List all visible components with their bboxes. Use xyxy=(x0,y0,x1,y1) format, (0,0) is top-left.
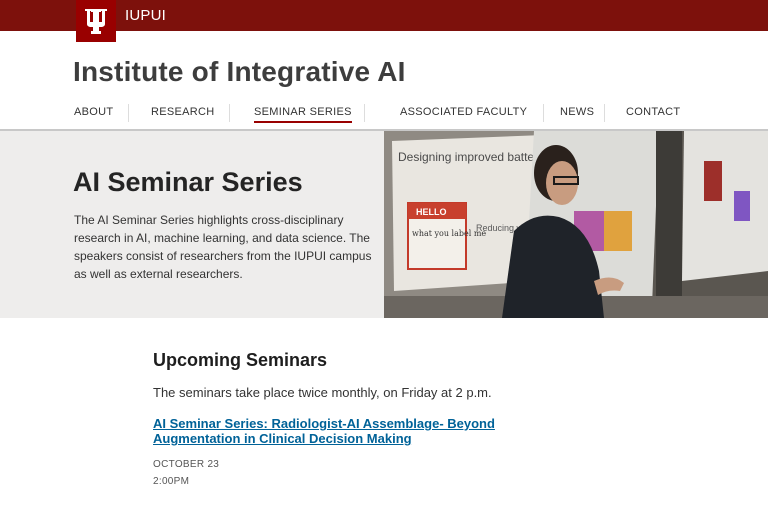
nav-item-seminar-series[interactable]: SEMINAR SERIES xyxy=(254,106,352,123)
nav-item-research[interactable]: RESEARCH xyxy=(151,106,215,118)
hero-photo-speaker: Designing improved batteries with nano-t… xyxy=(384,131,768,318)
iu-trident-logo[interactable] xyxy=(76,0,116,42)
trident-icon xyxy=(85,9,107,34)
section-title: Upcoming Seminars xyxy=(153,350,328,370)
seminar-title-link[interactable]: AI Seminar Series: Radiologist-AI Assemb… xyxy=(153,416,573,446)
nav-separator xyxy=(604,104,605,122)
nav-separator xyxy=(543,104,544,122)
nav-separator xyxy=(229,104,230,122)
hero-description: The AI Seminar Series highlights cross-d… xyxy=(74,213,372,281)
nav-item-associated-faculty[interactable]: ASSOCIATED FACULTY xyxy=(400,106,527,118)
seminar-intro: The seminars take place twice monthly, o… xyxy=(153,385,492,400)
hero-banner: AI Seminar Series The AI Seminar Series … xyxy=(0,131,768,318)
nav-separator xyxy=(128,104,129,122)
nav-item-news[interactable]: NEWS xyxy=(560,106,594,118)
seminar-date: OCTOBER 23 xyxy=(153,459,220,470)
seminar-time: 2:00PM xyxy=(153,476,190,487)
svg-text:HELLO: HELLO xyxy=(416,207,447,217)
speaker-photo: Designing improved batteries with nano-t… xyxy=(384,131,768,318)
cutoff-text-line xyxy=(153,498,583,505)
main-content: Upcoming Seminars The seminars take plac… xyxy=(153,350,573,487)
nav-item-about[interactable]: ABOUT xyxy=(74,106,113,118)
nav-item-contact[interactable]: CONTACT xyxy=(626,106,680,118)
campus-name[interactable]: IUPUI xyxy=(125,7,166,24)
site-title[interactable]: Institute of Integrative AI xyxy=(73,56,406,88)
hero-title: AI Seminar Series xyxy=(73,167,303,197)
nav-separator xyxy=(364,104,365,122)
main-navigation: ABOUT RESEARCH SEMINAR SERIES ASSOCIATED… xyxy=(74,100,694,126)
